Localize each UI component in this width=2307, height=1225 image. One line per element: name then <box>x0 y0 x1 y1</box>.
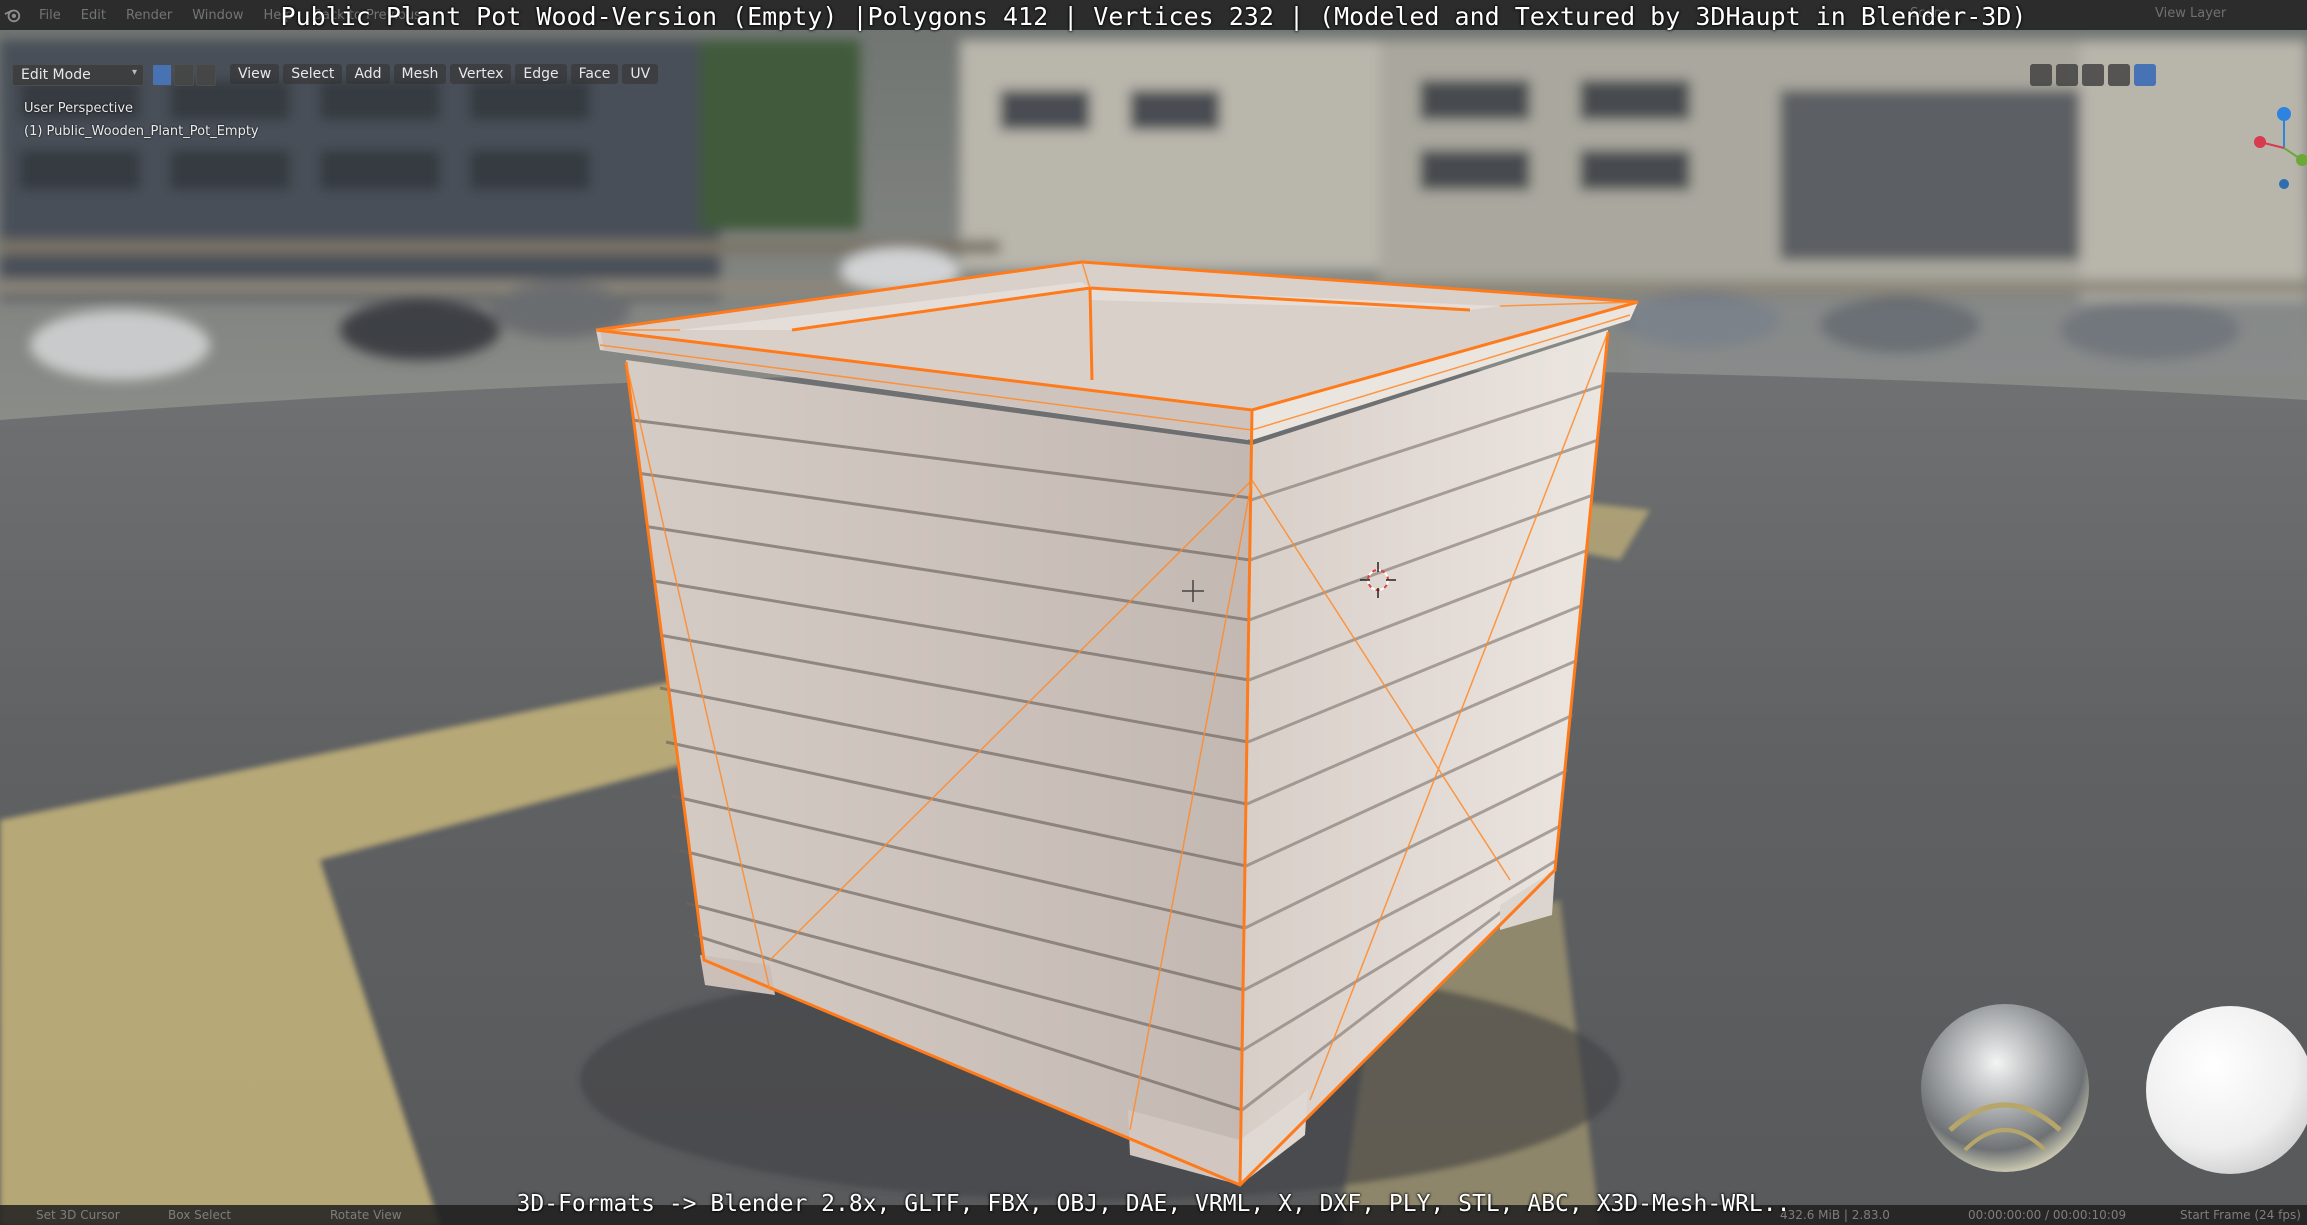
3d-cursor-icon[interactable] <box>1360 562 1396 598</box>
active-object-label: (1) Public_Wooden_Plant_Pot_Empty <box>24 124 259 139</box>
viewport-header: Edit Mode ▾ View Select Add Mesh Vertex … <box>0 60 2307 92</box>
xray-toggle-icon[interactable] <box>2056 64 2078 86</box>
view-perspective-label: User Perspective <box>24 101 134 116</box>
material-preview-shading-icon[interactable] <box>2134 64 2156 86</box>
menu-edge[interactable]: Edge <box>515 64 567 84</box>
hdri-diffuse-sphere-icon <box>2146 1006 2307 1174</box>
video-title: Public Plant Pot Wood-Version (Empty) |P… <box>280 2 2027 31</box>
wireframe-shading-icon[interactable] <box>2082 64 2104 86</box>
menu-mesh[interactable]: Mesh <box>393 64 447 84</box>
mode-label: Edit Mode <box>21 67 91 83</box>
vertex-select-button[interactable] <box>152 64 172 86</box>
overlay-toggle-icon[interactable] <box>2030 64 2052 86</box>
edge-select-button[interactable] <box>174 64 194 86</box>
menu-select[interactable]: Select <box>283 64 343 84</box>
face-select-button[interactable] <box>196 64 216 86</box>
menu-uv[interactable]: UV <box>622 64 659 84</box>
3d-viewport[interactable] <box>0 0 2307 1225</box>
navigation-gizmo-icon[interactable] <box>2240 100 2307 200</box>
chevron-down-icon: ▾ <box>131 67 137 78</box>
menu-face[interactable]: Face <box>570 64 619 84</box>
menu-view[interactable]: View <box>230 64 280 84</box>
crosshair-icon <box>1182 580 1204 602</box>
menu-vertex[interactable]: Vertex <box>450 64 512 84</box>
select-mode-group <box>152 64 216 86</box>
hdri-chrome-sphere-icon <box>1921 1004 2089 1172</box>
formats-caption: 3D-Formats -> Blender 2.8x, GLTF, FBX, O… <box>516 1191 1791 1217</box>
viewport-menus: View Select Add Mesh Vertex Edge Face UV <box>230 64 659 84</box>
menu-add[interactable]: Add <box>346 64 390 84</box>
viewport-shading-controls <box>2030 64 2156 88</box>
mode-selector[interactable]: Edit Mode ▾ <box>12 64 144 86</box>
solid-shading-icon[interactable] <box>2108 64 2130 86</box>
